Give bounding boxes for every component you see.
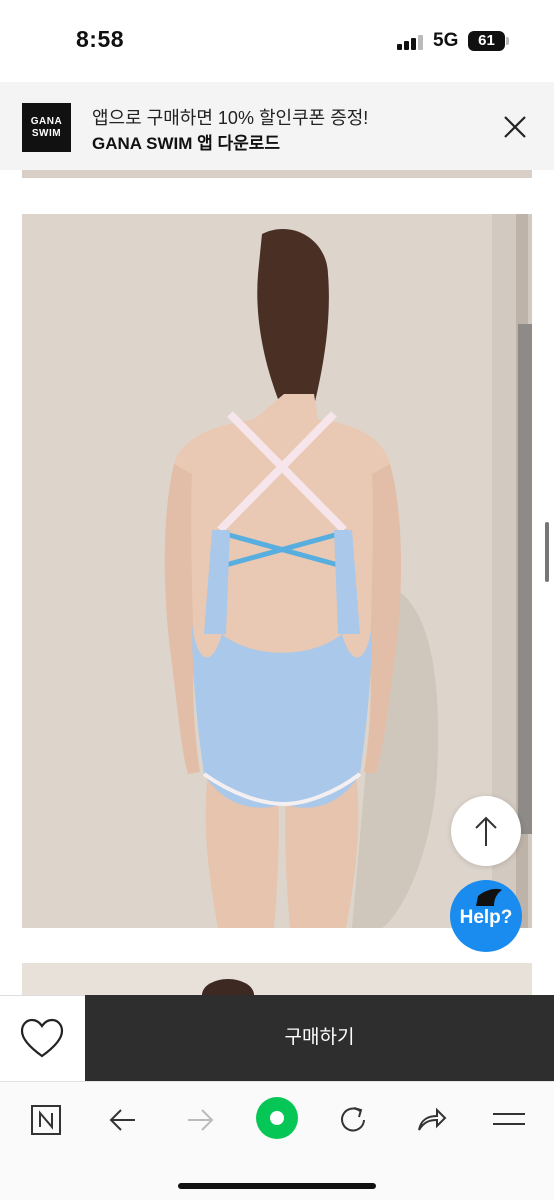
scroll-indicator[interactable] bbox=[545, 522, 549, 582]
scroll-to-top-button[interactable] bbox=[451, 796, 521, 866]
status-time: 8:58 bbox=[76, 26, 125, 52]
heart-icon bbox=[20, 1018, 64, 1058]
app-download-banner[interactable]: GANA SWIM 앱으로 구매하면 10% 할인쿠폰 증정! GANA SWI… bbox=[0, 82, 554, 170]
share-icon[interactable] bbox=[409, 1098, 453, 1142]
logo-line-2: SWIM bbox=[31, 128, 62, 139]
next-image-preview bbox=[22, 963, 532, 995]
signal-icon bbox=[397, 34, 427, 50]
network-type: 5G bbox=[433, 30, 459, 51]
gana-swim-logo: GANA SWIM bbox=[22, 103, 71, 152]
arrow-up-icon bbox=[475, 816, 497, 846]
product-detail-content[interactable] bbox=[0, 170, 554, 995]
home-indicator bbox=[178, 1183, 376, 1189]
help-button[interactable]: Help? bbox=[450, 880, 522, 952]
battery-cap bbox=[506, 37, 509, 45]
close-icon[interactable] bbox=[498, 110, 532, 144]
menu-icon[interactable] bbox=[487, 1098, 531, 1142]
reload-icon[interactable] bbox=[331, 1098, 375, 1142]
forward-arrow-icon[interactable] bbox=[178, 1098, 222, 1142]
logo-line-1: GANA bbox=[30, 116, 63, 127]
next-image-edge bbox=[22, 963, 532, 995]
green-dot-icon[interactable] bbox=[253, 1094, 301, 1142]
help-label: Help? bbox=[459, 907, 513, 928]
buy-button[interactable]: 구매하기 bbox=[85, 995, 554, 1081]
naver-home-icon[interactable] bbox=[24, 1098, 68, 1142]
download-text[interactable]: GANA SWIM 앱 다운로드 bbox=[92, 129, 280, 154]
purchase-bar: 구매하기 bbox=[0, 995, 554, 1081]
status-bar: 8:58 5G 61 bbox=[0, 0, 554, 82]
back-arrow-icon[interactable] bbox=[101, 1098, 145, 1142]
battery-icon: 61 bbox=[468, 31, 505, 51]
product-page: 8:58 5G 61 GANA SWIM 앱으로 구매하면 10% 할인쿠폰 증… bbox=[0, 0, 554, 1200]
previous-image-edge bbox=[22, 170, 532, 178]
wishlist-button[interactable] bbox=[0, 995, 85, 1081]
promo-text: 앱으로 구매하면 10% 할인쿠폰 증정! bbox=[92, 108, 369, 128]
